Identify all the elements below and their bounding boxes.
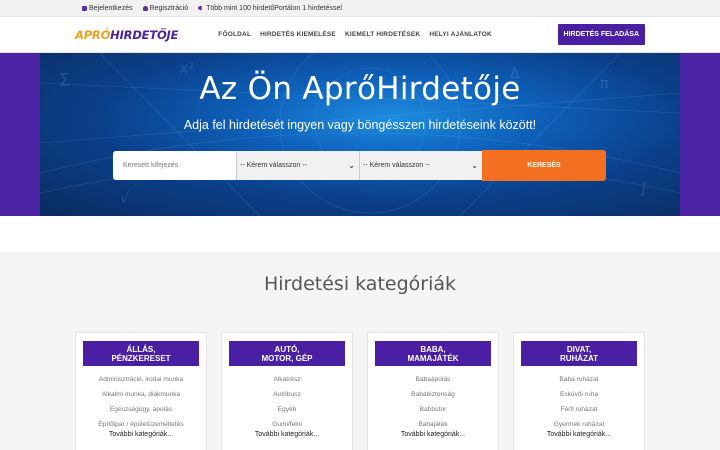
subcategory-link[interactable]: Férfi ruházat — [514, 404, 644, 419]
promo-link[interactable]: Több mint 100 hirdetőPortálon 1 hirdetés… — [198, 5, 342, 12]
login-label: Bejelentkezés — [89, 4, 133, 12]
category-cards: ÁLLÁS, PÉNZKERESET Adminisztráció, irodai… — [75, 332, 645, 450]
category-title-line2: PÉNZKERESET — [111, 353, 171, 363]
logo-part-2: HIRDETŐJE — [110, 27, 179, 42]
chevron-down-icon: ⌄ — [348, 161, 355, 170]
top-bar: Bejelentkezés Regisztráció Több mint 100… — [0, 0, 720, 17]
nav-highlight-ad[interactable]: HIRDETÉS KIEMELÉSE — [260, 31, 336, 38]
category-header[interactable]: BABA, MAMAJÁTÉK — [375, 341, 491, 366]
subcategory-link[interactable]: Alkatrész — [222, 374, 352, 389]
spacer-band — [0, 216, 720, 252]
category-title-line2: RUHÁZAT — [559, 353, 599, 363]
more-categories-link[interactable]: További kategóriák... — [514, 431, 644, 438]
subcategory-link[interactable]: Esküvői ruha — [514, 389, 644, 404]
login-link[interactable]: Bejelentkezés — [82, 5, 133, 12]
chevron-down-icon: ⌄ — [471, 161, 478, 170]
category-title-line1: DIVAT, — [566, 344, 592, 354]
category-header[interactable]: ÁLLÁS, PÉNZKERESET — [83, 341, 199, 366]
category-select[interactable]: -- Kérem válasszon -- ⌄ — [236, 151, 359, 180]
categories-heading: Hirdetési kategóriák — [263, 273, 457, 295]
location-select-value: -- Kérem válasszon -- — [363, 162, 430, 169]
category-header[interactable]: AUTÓ, MOTOR, GÉP — [229, 341, 345, 366]
hero-title: Az Ön AprőHirdetője — [199, 71, 521, 107]
post-ad-button[interactable]: HIRDETÉS FELADÁSA — [557, 24, 645, 45]
more-categories-link[interactable]: További kategóriák... — [76, 431, 206, 438]
nav-local-offers[interactable]: HELYI AJÁNLATOK — [429, 31, 492, 38]
lock-icon — [82, 5, 87, 11]
nav-home[interactable]: FŐOLDAL — [218, 31, 251, 38]
hero-banner: ∑ π √ ∫ x² Δ Az Ön AprőHirdetője Adja fel h… — [40, 53, 680, 216]
subcategory-link[interactable]: Babbútor — [368, 404, 498, 419]
category-select-value: -- Kérem válasszon -- — [240, 162, 307, 169]
search-bar: Keresett kifejezés -- Kérem válasszon --… — [113, 150, 606, 181]
nav-links: FŐOLDAL HIRDETÉS KIEMELÉSE KIEMELT HIRDE… — [218, 31, 492, 38]
location-select[interactable]: -- Kérem válasszon -- ⌄ — [359, 151, 482, 180]
subcategory-link[interactable]: Adminisztráció, irodai munka — [76, 374, 206, 389]
category-title-line1: BABA, — [420, 344, 446, 354]
category-header[interactable]: DIVAT, RUHÁZAT — [521, 341, 637, 366]
user-icon — [142, 5, 148, 11]
category-title-line1: ÁLLÁS, — [126, 344, 156, 354]
category-title-line2: MOTOR, GÉP — [261, 353, 313, 363]
hero-section: ∑ π √ ∫ x² Δ Az Ön AprőHirdetője Adja fel h… — [0, 53, 720, 216]
keyword-input[interactable]: Keresett kifejezés — [113, 151, 236, 180]
category-card-baby: BABA, MAMAJÁTÉK Babaápolás Bababiztonság … — [367, 332, 499, 450]
subcategory-link[interactable]: Alkalmi munka, diákmunka — [76, 389, 206, 404]
megaphone-icon — [198, 5, 202, 11]
category-title-line1: AUTÓ, — [274, 344, 300, 354]
search-button[interactable]: KERESÉS — [482, 150, 606, 181]
hero-subtitle: Adja fel hirdetését ingyen vagy böngéssz… — [183, 118, 537, 132]
svg-text:√: √ — [120, 191, 129, 207]
promo-label: Több mint 100 hirdetőPortálon 1 hirdetés… — [206, 4, 342, 12]
category-card-jobs: ÁLLÁS, PÉNZKERESET Adminisztráció, irodai… — [75, 332, 207, 450]
more-categories-link[interactable]: További kategóriák... — [368, 431, 498, 438]
subcategory-link[interactable]: Bababiztonság — [368, 389, 498, 404]
category-card-vehicles: AUTÓ, MOTOR, GÉP Alkatrész Autóbusz Egyéb… — [221, 332, 353, 450]
category-title-line2: MAMAJÁTÉK — [407, 353, 459, 363]
register-link[interactable]: Regisztráció — [142, 4, 189, 12]
more-categories-link[interactable]: További kategóriák... — [222, 431, 352, 438]
subcategory-link[interactable]: Baba ruházat — [514, 374, 644, 389]
subcategory-link[interactable]: Autóbusz — [222, 389, 352, 404]
nav-featured-ads[interactable]: KIEMELT HIRDETÉSEK — [345, 31, 420, 38]
svg-text:∫: ∫ — [640, 181, 647, 197]
subcategory-link[interactable]: Egészségügy, ápolás — [76, 404, 206, 419]
subcategory-link[interactable]: Egyéb — [222, 404, 352, 419]
category-card-fashion: DIVAT, RUHÁZAT Baba ruházat Esküvői ruha … — [513, 332, 645, 450]
subcategory-link[interactable]: Babaápolás — [368, 374, 498, 389]
logo-part-1: APRÓ — [75, 27, 111, 42]
main-navbar: APRÓHIRDETŐJE FŐOLDAL HIRDETÉS KIEMELÉSE… — [0, 17, 720, 53]
register-label: Regisztráció — [149, 4, 189, 12]
site-logo[interactable]: APRÓHIRDETŐJE — [75, 28, 178, 42]
